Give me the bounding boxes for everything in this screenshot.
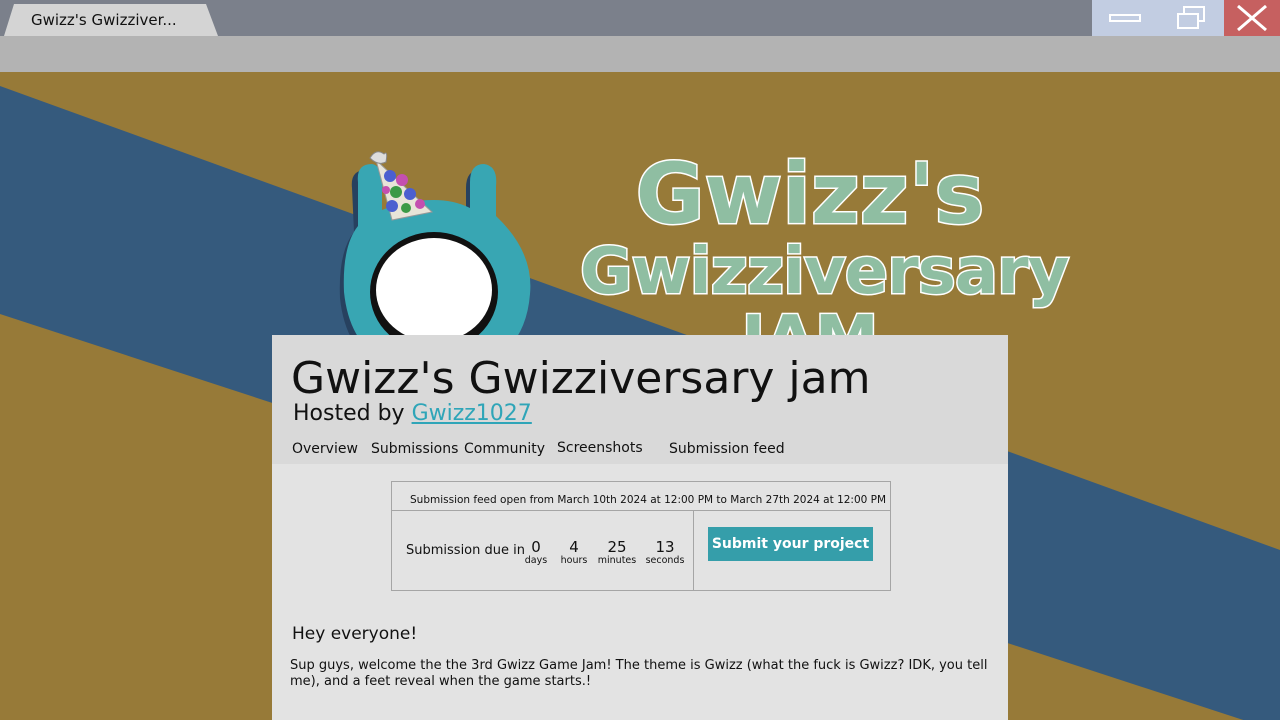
tab-submissions[interactable]: Submissions bbox=[371, 441, 458, 457]
hosted-by: Hosted by Gwizz1027 bbox=[293, 401, 532, 426]
tab-title: Gwizz's Gwizziver... bbox=[31, 11, 177, 29]
countdown-value: 4 bbox=[569, 538, 579, 556]
tab-overview[interactable]: Overview bbox=[292, 441, 358, 457]
restore-icon bbox=[1177, 6, 1205, 29]
countdown-unit: days bbox=[524, 555, 548, 566]
countdown-unit: hours bbox=[560, 555, 588, 566]
submit-project-button[interactable]: Submit your project bbox=[708, 527, 873, 561]
jam-card: Gwizz's Gwizziversary jam Hosted by Gwiz… bbox=[272, 335, 1008, 720]
restore-button[interactable] bbox=[1158, 0, 1224, 36]
minimize-button[interactable] bbox=[1092, 0, 1158, 36]
tab-screenshots[interactable]: Screenshots bbox=[557, 440, 643, 456]
countdown-value: 25 bbox=[607, 538, 627, 556]
countdown-minutes: 25 minutes bbox=[596, 539, 638, 567]
tab-submission-feed[interactable]: Submission feed bbox=[669, 441, 785, 457]
countdown-value: 13 bbox=[655, 538, 675, 556]
jam-header: Gwizz's Gwizziversary jam Hosted by Gwiz… bbox=[272, 335, 1008, 464]
countdown-days: 0 days bbox=[524, 539, 548, 567]
window-titlebar: Gwizz's Gwizziver... bbox=[0, 0, 1280, 36]
banner-line-1: Gwizz's bbox=[634, 145, 986, 243]
close-icon bbox=[1237, 5, 1267, 31]
countdown-unit: minutes bbox=[597, 555, 637, 566]
browser-tab[interactable]: Gwizz's Gwizziver... bbox=[4, 4, 218, 36]
submission-info-box: Submission feed open from March 10th 202… bbox=[391, 481, 891, 591]
close-button[interactable] bbox=[1224, 0, 1280, 36]
content-heading: Hey everyone! bbox=[292, 624, 418, 644]
submission-period: Submission feed open from March 10th 202… bbox=[392, 482, 890, 511]
countdown-seconds: 13 seconds bbox=[644, 539, 686, 567]
window-toolbar bbox=[0, 36, 1280, 72]
banner-line-2: Gwizziversary bbox=[579, 235, 1071, 309]
due-label: Submission due in bbox=[406, 543, 525, 558]
countdown-value: 0 bbox=[531, 538, 541, 556]
page-title: Gwizz's Gwizziversary jam bbox=[291, 353, 871, 404]
content-body: Sup guys, welcome the the 3rd Gwizz Game… bbox=[290, 658, 988, 689]
countdown-panel: Submission due in 0 days 4 hours 25 minu… bbox=[392, 511, 694, 591]
hosted-by-label: Hosted by bbox=[293, 401, 412, 426]
tab-community[interactable]: Community bbox=[464, 441, 545, 457]
minimize-icon bbox=[1109, 14, 1141, 22]
host-link[interactable]: Gwizz1027 bbox=[412, 401, 532, 426]
countdown-hours: 4 hours bbox=[558, 539, 590, 567]
countdown-unit: seconds bbox=[645, 555, 685, 566]
